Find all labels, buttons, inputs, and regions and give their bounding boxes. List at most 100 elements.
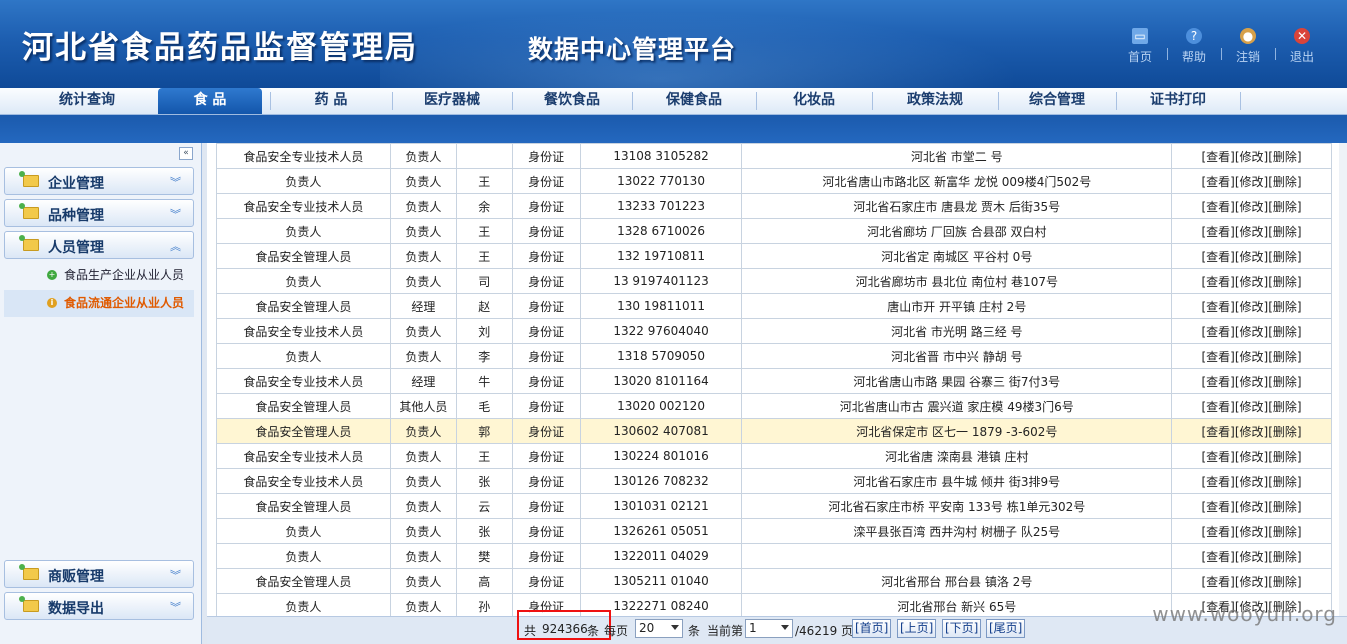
tab-health-food[interactable]: 保健食品 [634, 88, 754, 114]
edit-link[interactable]: [修改] [1235, 500, 1268, 514]
delete-link[interactable]: [删除] [1268, 550, 1301, 564]
first-page-button[interactable]: [首页] [852, 619, 892, 638]
id-type-cell: 身份证 [511, 393, 581, 419]
view-link[interactable]: [查看] [1201, 175, 1234, 189]
view-link[interactable]: [查看] [1201, 375, 1234, 389]
table-row: 负责人 负责人司身份证 13 9197401123 河北省廊坊市 县北位 南位村 巷1… [216, 268, 1332, 294]
staff-table: 食品安全专业技术人员 负责人 身份证 13108 3105282 河北省 市堂二 号 [查… [216, 143, 1332, 616]
sidebar-section-enterprise[interactable]: 企业管理 ︾ [4, 167, 194, 195]
address-cell: 河北省唐山市路北区 新富华 龙悦 009楼4门502号 [741, 168, 1173, 194]
edit-link[interactable]: [修改] [1235, 475, 1268, 489]
edit-link[interactable]: [修改] [1235, 425, 1268, 439]
last-page-button[interactable]: [尾页] [986, 619, 1026, 638]
folder-icon [19, 235, 39, 251]
view-link[interactable]: [查看] [1201, 475, 1234, 489]
id-type-cell: 身份证 [511, 468, 581, 494]
view-link[interactable]: [查看] [1201, 325, 1234, 339]
collapse-sidebar-button[interactable]: « [179, 147, 193, 160]
delete-link[interactable]: [删除] [1268, 400, 1301, 414]
logout-link[interactable]: ● 注销 [1221, 28, 1275, 65]
delete-link[interactable]: [删除] [1268, 350, 1301, 364]
tab-general-admin[interactable]: 综合管理 [1000, 88, 1114, 114]
sidebar-item-production-staff[interactable]: + 食品生产企业从业人员 [4, 262, 194, 289]
delete-link[interactable]: [删除] [1268, 375, 1301, 389]
edit-link[interactable]: [修改] [1235, 175, 1268, 189]
exit-icon: ✕ [1294, 28, 1310, 44]
delete-link[interactable]: [删除] [1268, 225, 1301, 239]
edit-link[interactable]: [修改] [1235, 550, 1268, 564]
edit-link[interactable]: [修改] [1235, 150, 1268, 164]
edit-link[interactable]: [修改] [1235, 400, 1268, 414]
delete-link[interactable]: [删除] [1268, 325, 1301, 339]
delete-link[interactable]: [删除] [1268, 200, 1301, 214]
view-link[interactable]: [查看] [1201, 425, 1234, 439]
delete-link[interactable]: [删除] [1268, 175, 1301, 189]
view-link[interactable]: [查看] [1201, 550, 1234, 564]
current-page-select[interactable]: 1 [745, 619, 793, 638]
view-link[interactable]: [查看] [1201, 200, 1234, 214]
help-link[interactable]: ? 帮助 [1167, 28, 1221, 65]
delete-link[interactable]: [删除] [1268, 275, 1301, 289]
sidebar-section-data-export[interactable]: 数据导出 ︾ [4, 592, 194, 620]
view-link[interactable]: [查看] [1201, 575, 1234, 589]
nav-separator [632, 92, 633, 110]
per-page-select[interactable]: 20 [635, 619, 683, 638]
tab-cosmetics[interactable]: 化妆品 [758, 88, 870, 114]
edit-link[interactable]: [修改] [1235, 450, 1268, 464]
sidebar-section-label: 企业管理 [48, 176, 104, 192]
view-link[interactable]: [查看] [1201, 525, 1234, 539]
view-link[interactable]: [查看] [1201, 500, 1234, 514]
delete-link[interactable]: [删除] [1268, 575, 1301, 589]
view-link[interactable]: [查看] [1201, 350, 1234, 364]
sidebar-section-personnel[interactable]: 人员管理 ︽ [4, 231, 194, 259]
tab-catering[interactable]: 餐饮食品 [514, 88, 630, 114]
sidebar-section-label: 商贩管理 [48, 569, 104, 585]
tab-regulations[interactable]: 政策法规 [874, 88, 996, 114]
sidebar-item-distribution-staff[interactable]: i 食品流通企业从业人员 [4, 290, 194, 317]
edit-link[interactable]: [修改] [1235, 575, 1268, 589]
position-cell: 负责人 [389, 243, 457, 269]
prev-page-button[interactable]: [上页] [897, 619, 937, 638]
name-cell: 郭 [455, 418, 513, 444]
view-link[interactable]: [查看] [1201, 225, 1234, 239]
sidebar-section-vendors[interactable]: 商贩管理 ︾ [4, 560, 194, 588]
delete-link[interactable]: [删除] [1268, 425, 1301, 439]
edit-link[interactable]: [修改] [1235, 525, 1268, 539]
sidebar-section-varieties[interactable]: 品种管理 ︾ [4, 199, 194, 227]
delete-link[interactable]: [删除] [1268, 250, 1301, 264]
delete-link[interactable]: [删除] [1268, 525, 1301, 539]
edit-link[interactable]: [修改] [1235, 375, 1268, 389]
name-cell: 张 [455, 468, 513, 494]
tab-drugs[interactable]: 药 品 [272, 88, 390, 114]
actions-cell: [查看][修改][删除] [1171, 193, 1332, 219]
next-page-button[interactable]: [下页] [942, 619, 982, 638]
view-link[interactable]: [查看] [1201, 250, 1234, 264]
delete-link[interactable]: [删除] [1268, 475, 1301, 489]
view-link[interactable]: [查看] [1201, 150, 1234, 164]
view-link[interactable]: [查看] [1201, 275, 1234, 289]
vertical-scrollbar[interactable] [1339, 143, 1347, 616]
home-link[interactable]: ▭ 首页 [1113, 28, 1167, 65]
table-row: 食品安全专业技术人员 负责人张身份证 130126 708232 河北省石家庄市 县牛… [216, 468, 1332, 494]
view-link[interactable]: [查看] [1201, 450, 1234, 464]
delete-link[interactable]: [删除] [1268, 150, 1301, 164]
edit-link[interactable]: [修改] [1235, 350, 1268, 364]
view-link[interactable]: [查看] [1201, 400, 1234, 414]
tab-stats[interactable]: 统计查询 [22, 88, 152, 114]
edit-link[interactable]: [修改] [1235, 275, 1268, 289]
view-link[interactable]: [查看] [1201, 300, 1234, 314]
address-cell: 河北省石家庄市桥 平安南 133号 栋1单元302号 [741, 493, 1173, 519]
exit-link[interactable]: ✕ 退出 [1275, 28, 1329, 65]
edit-link[interactable]: [修改] [1235, 225, 1268, 239]
tab-medical-devices[interactable]: 医疗器械 [394, 88, 510, 114]
edit-link[interactable]: [修改] [1235, 325, 1268, 339]
delete-link[interactable]: [删除] [1268, 450, 1301, 464]
edit-link[interactable]: [修改] [1235, 250, 1268, 264]
delete-link[interactable]: [删除] [1268, 500, 1301, 514]
delete-link[interactable]: [删除] [1268, 300, 1301, 314]
tab-certificate-print[interactable]: 证书打印 [1118, 88, 1238, 114]
edit-link[interactable]: [修改] [1235, 300, 1268, 314]
name-cell: 李 [455, 343, 513, 369]
edit-link[interactable]: [修改] [1235, 200, 1268, 214]
tab-food[interactable]: 食 品 [158, 88, 262, 114]
